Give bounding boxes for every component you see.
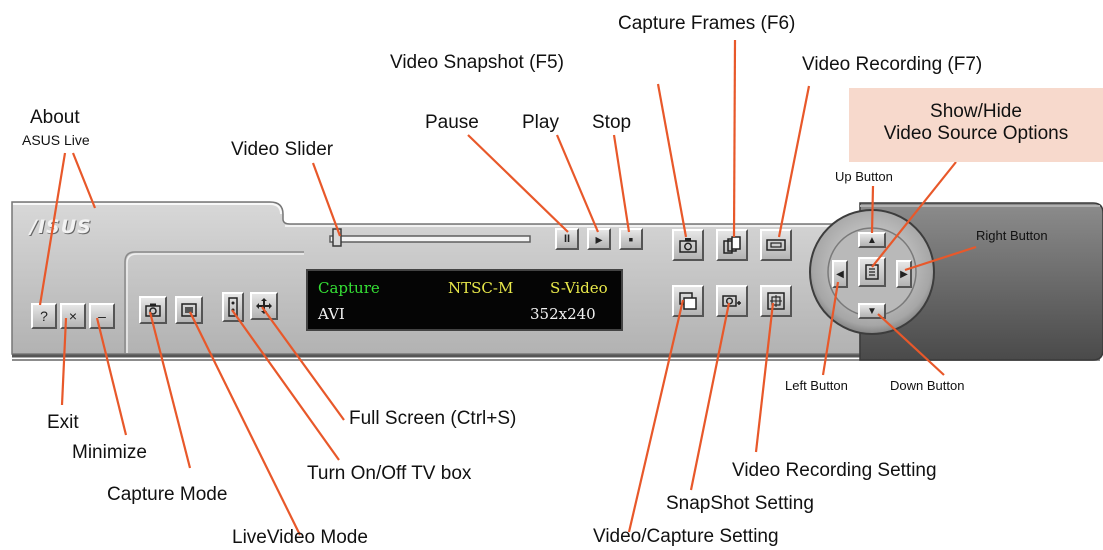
capture-frames-button[interactable] (716, 229, 748, 261)
chevron-right-icon: ▶ (900, 268, 908, 280)
label-down-button: Down Button (890, 378, 965, 393)
exit-button[interactable]: × (60, 303, 86, 329)
label-about: About (30, 107, 80, 128)
label-play: Play (522, 112, 559, 133)
full-screen-button[interactable] (250, 292, 278, 320)
label-full-screen: Full Screen (Ctrl+S) (349, 408, 517, 429)
minimize-icon: – (98, 308, 106, 324)
video-source-options-callout: Show/Hide Video Source Options (849, 88, 1103, 162)
about-button[interactable]: ? (31, 303, 57, 329)
film-frames-icon (723, 236, 741, 254)
pause-icon: II (563, 233, 571, 245)
label-video-capture-setting: Video/Capture Setting (593, 526, 779, 547)
video-snapshot-button[interactable] (672, 229, 704, 261)
camera-icon (145, 303, 161, 317)
window-settings-icon (679, 292, 697, 310)
up-button[interactable]: ▲ (858, 232, 886, 248)
label-exit: Exit (47, 412, 79, 433)
down-button[interactable]: ▼ (858, 303, 886, 319)
label-video-recording: Video Recording (F7) (802, 54, 983, 75)
label-capture-mode: Capture Mode (107, 484, 228, 505)
minimize-button[interactable]: – (89, 303, 115, 329)
lcd-format: AVI (318, 305, 345, 323)
close-icon: × (68, 308, 78, 324)
pause-button[interactable]: II (555, 228, 579, 250)
video-source-options-button[interactable] (858, 257, 886, 287)
video-recording-setting-button[interactable] (760, 285, 792, 317)
label-capture-frames: Capture Frames (F6) (618, 13, 796, 34)
asus-live-diagram: /ISUS ? × – II ▸ ▪ Capture NTSC-M S-Vide… (0, 0, 1103, 550)
asus-logo: /ISUS (30, 216, 92, 238)
lcd-mode: Capture (318, 279, 380, 297)
capture-mode-button[interactable] (139, 296, 167, 324)
play-button[interactable]: ▸ (587, 228, 611, 250)
lcd-input: S-Video (550, 279, 608, 297)
label-minimize: Minimize (72, 442, 147, 463)
tv-box-toggle-button[interactable] (222, 292, 244, 322)
label-right-button: Right Button (976, 228, 1048, 243)
video-slider-thumb[interactable] (332, 228, 342, 247)
label-video-source-options: Video Source Options (883, 123, 1069, 144)
lcd-resolution: 352x240 (530, 305, 596, 323)
label-show-hide: Show/Hide (930, 101, 1022, 122)
video-recording-button[interactable] (760, 229, 792, 261)
chevron-left-icon: ◀ (836, 268, 844, 280)
label-asus-live: ASUS Live (22, 132, 90, 148)
camera-settings-icon (722, 295, 741, 307)
label-up-button: Up Button (835, 169, 893, 184)
lcd-standard: NTSC-M (448, 279, 514, 297)
tv-box-icon (228, 297, 238, 317)
left-button[interactable]: ◀ (832, 260, 848, 288)
label-pause: Pause (425, 112, 479, 133)
film-settings-icon (767, 292, 785, 310)
video-slider-track[interactable] (329, 235, 531, 243)
monitor-icon (181, 303, 197, 317)
label-video-recording-setting: Video Recording Setting (732, 460, 937, 481)
expand-arrows-icon (256, 298, 272, 314)
label-snapshot-setting: SnapShot Setting (666, 493, 814, 514)
play-icon: ▸ (595, 230, 603, 247)
video-capture-setting-button[interactable] (672, 285, 704, 317)
label-livevideo-mode: LiveVideo Mode (232, 527, 368, 548)
options-list-icon (865, 264, 879, 280)
label-stop: Stop (592, 112, 632, 133)
chevron-up-icon: ▲ (867, 234, 877, 246)
livevideo-mode-button[interactable] (175, 296, 203, 324)
stop-button[interactable]: ▪ (619, 228, 643, 250)
label-turn-onoff-tv: Turn On/Off TV box (307, 463, 472, 484)
label-video-slider: Video Slider (231, 139, 334, 160)
right-button[interactable]: ▶ (896, 260, 912, 288)
snapshot-setting-button[interactable] (716, 285, 748, 317)
stop-icon: ▪ (628, 231, 634, 247)
chevron-down-icon: ▼ (867, 305, 877, 317)
camera-icon (679, 238, 697, 253)
status-display: Capture NTSC-M S-Video AVI 352x240 (306, 269, 623, 331)
film-reel-icon (766, 239, 786, 251)
help-icon: ? (40, 308, 48, 324)
label-left-button: Left Button (785, 378, 848, 393)
label-video-snapshot: Video Snapshot (F5) (390, 52, 564, 73)
